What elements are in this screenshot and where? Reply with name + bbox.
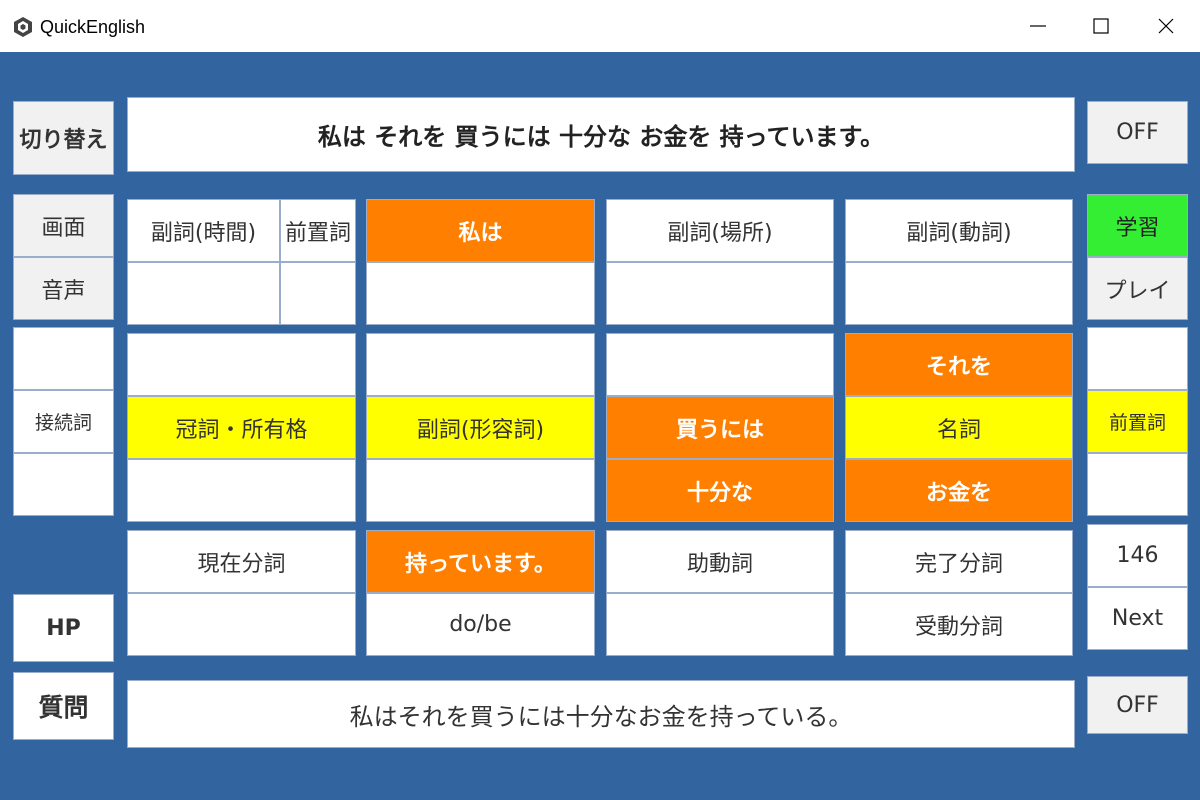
minimize-button[interactable] <box>1018 6 1058 46</box>
grid-cell-empty[interactable] <box>366 333 595 396</box>
kau-niwa-slot[interactable]: 買うには <box>606 396 834 459</box>
grid-cell-empty[interactable] <box>127 262 280 325</box>
question-button[interactable]: 質問 <box>13 672 114 740</box>
switch-button[interactable]: 切り替え <box>13 101 114 175</box>
okane-wo-slot[interactable]: お金を <box>845 459 1073 522</box>
translation-display: 私はそれを買うには十分なお金を持っている。 <box>127 680 1075 748</box>
noun-slot[interactable]: 名詞 <box>845 396 1073 459</box>
next-button[interactable]: Next <box>1087 587 1188 650</box>
subject-slot[interactable]: 私は <box>366 199 595 262</box>
close-button[interactable] <box>1146 6 1186 46</box>
play-mode-button[interactable]: プレイ <box>1087 257 1188 320</box>
maximize-icon <box>1093 18 1109 34</box>
maximize-button[interactable] <box>1081 6 1121 46</box>
auxiliary-slot[interactable]: 助動詞 <box>606 530 834 593</box>
object-top-slot[interactable]: それを <box>845 333 1073 396</box>
title-bar: QuickEnglish <box>0 0 1200 52</box>
off-toggle-bottom[interactable]: OFF <box>1087 676 1188 734</box>
question-counter: 146 <box>1087 524 1188 587</box>
adverb-place-slot[interactable]: 副詞(場所) <box>606 199 834 262</box>
grid-cell-empty[interactable] <box>606 593 834 656</box>
adverb-adjective-slot[interactable]: 副詞(形容詞) <box>366 396 595 459</box>
verb-slot[interactable]: 持っています。 <box>366 530 595 593</box>
sentence-display: 私は それを 買うには 十分な お金を 持っています。 <box>127 97 1075 172</box>
left-blank-1[interactable] <box>13 327 114 390</box>
grid-cell-empty[interactable] <box>366 459 595 522</box>
minimize-icon <box>1030 25 1046 27</box>
close-icon <box>1158 18 1174 34</box>
grid-cell-empty[interactable] <box>280 262 356 325</box>
present-participle-slot[interactable]: 現在分詞 <box>127 530 356 593</box>
off-toggle-top[interactable]: OFF <box>1087 101 1188 164</box>
grid-cell-empty[interactable] <box>845 262 1073 325</box>
grid-cell-empty[interactable] <box>366 262 595 325</box>
preposition-slot[interactable]: 前置詞 <box>280 199 356 262</box>
right-blank-2[interactable] <box>1087 453 1188 516</box>
right-blank-1[interactable] <box>1087 327 1188 390</box>
voice-button[interactable]: 音声 <box>13 257 114 320</box>
screen-button[interactable]: 画面 <box>13 194 114 257</box>
grid-cell-empty[interactable] <box>127 593 356 656</box>
hp-button[interactable]: HP <box>13 594 114 662</box>
app-logo-icon <box>14 17 32 37</box>
adverb-verb-slot[interactable]: 副詞(動詞) <box>845 199 1073 262</box>
perfect-participle-slot[interactable]: 完了分詞 <box>845 530 1073 593</box>
adverb-time-slot[interactable]: 副詞(時間) <box>127 199 280 262</box>
conjunction-button[interactable]: 接続詞 <box>13 390 114 453</box>
study-mode-button[interactable]: 学習 <box>1087 194 1188 257</box>
preposition-button[interactable]: 前置詞 <box>1087 390 1188 453</box>
article-possessive-slot[interactable]: 冠詞・所有格 <box>127 396 356 459</box>
passive-participle-slot[interactable]: 受動分詞 <box>845 593 1073 656</box>
left-blank-2[interactable] <box>13 453 114 516</box>
window-title: QuickEnglish <box>40 17 146 37</box>
juubun-na-slot[interactable]: 十分な <box>606 459 834 522</box>
grid-cell-empty[interactable] <box>127 459 356 522</box>
grid-cell-empty[interactable] <box>606 333 834 396</box>
grid-cell-empty[interactable] <box>606 262 834 325</box>
grid-cell-empty[interactable] <box>127 333 356 396</box>
do-be-slot[interactable]: do/be <box>366 593 595 656</box>
